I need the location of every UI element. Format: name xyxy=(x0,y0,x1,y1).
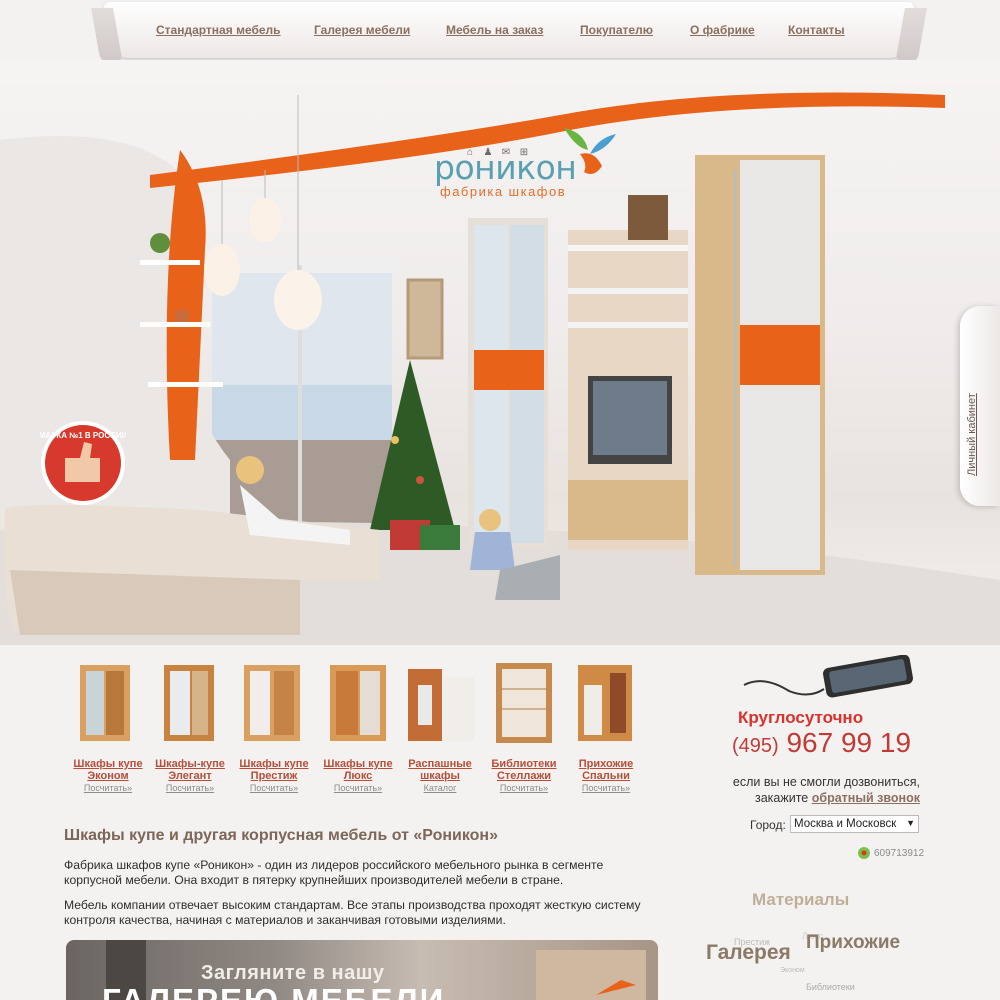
tag-gallery[interactable]: Галерея xyxy=(706,941,791,965)
product-card[interactable]: Шкафы-купе Элегант Посчитать» xyxy=(148,655,232,793)
product-name[interactable]: Шкафы купе Престиж xyxy=(232,758,316,782)
callback-link[interactable]: обратный звонок xyxy=(812,791,920,805)
tag-materials[interactable]: Материалы xyxy=(752,890,849,910)
product-image[interactable] xyxy=(482,655,566,747)
product-card[interactable]: Распашные шкафы Каталог xyxy=(398,655,482,793)
quality-paragraph: Мебель компании отвечает высоким стандар… xyxy=(64,898,641,927)
icq-flower-icon xyxy=(858,847,870,859)
callback-note: если вы не смогли дозвониться, закажите … xyxy=(732,775,920,805)
gallery-banner-line2: ГАЛЕРЕЮ МЕБЕЛИ xyxy=(102,982,445,1000)
gallery-banner[interactable]: Загляните в нашу ГАЛЕРЕЮ МЕБЕЛИ xyxy=(66,940,658,1000)
product-calc-link[interactable]: Посчитать» xyxy=(564,783,648,793)
product-image[interactable] xyxy=(66,655,150,747)
tag-econom[interactable]: Эконом xyxy=(780,967,805,974)
product-name[interactable]: Распашные шкафы xyxy=(398,758,482,782)
badge-text: МАРКА №1 В РОССИИ xyxy=(40,431,126,440)
personal-cabinet-tab[interactable]: Личный кабинет xyxy=(960,306,1000,506)
product-calc-link[interactable]: Посчитать» xyxy=(232,783,316,793)
product-image[interactable] xyxy=(232,655,316,747)
nav-item-for-customers[interactable]: Покупателю xyxy=(580,23,653,37)
icq-contact[interactable]: 609713912 xyxy=(857,846,924,860)
city-label: Город: xyxy=(750,818,786,832)
nav-item-standard-furniture[interactable]: Стандартная мебель xyxy=(156,23,281,37)
product-image[interactable] xyxy=(564,655,648,747)
personal-cabinet-link[interactable]: Личный кабинет xyxy=(966,393,978,476)
around-the-clock-label: Круглосуточно xyxy=(738,708,864,727)
product-name[interactable]: Шкафы купе Люкс xyxy=(316,758,400,782)
product-categories: Шкафы купе Эконом Посчитать» Шкафы-купе Эл… xyxy=(66,655,646,795)
nav-item-custom-furniture[interactable]: Мебель на заказ xyxy=(446,23,543,37)
logo-bird-icon xyxy=(564,128,616,174)
product-calc-link[interactable]: Посчитать» xyxy=(66,783,150,793)
product-calc-link[interactable]: Посчитать» xyxy=(148,783,232,793)
brand-number-one-badge: МАРКА №1 В РОССИИ xyxy=(40,421,126,505)
nav-item-contacts[interactable]: Контакты xyxy=(788,23,845,37)
hero-banner: ⌂ ♟ ✉ ⊞ роникон фабрика шкафов Личный ка… xyxy=(0,60,1000,645)
product-name[interactable]: Прихожие Спальни xyxy=(564,758,648,782)
product-image[interactable] xyxy=(148,655,232,747)
page-title: Шкафы купе и другая корпусная мебель от … xyxy=(64,827,498,844)
nav-item-about-factory[interactable]: О фабрике xyxy=(690,23,755,37)
intro-paragraph: Фабрика шкафов купе «Роникон» - один из … xyxy=(64,858,604,887)
tag-hallways[interactable]: Прихожие xyxy=(806,932,900,954)
tag-libraries[interactable]: Библиотеки xyxy=(806,982,855,992)
product-card[interactable]: Шкафы купе Эконом Посчитать» xyxy=(66,655,150,793)
city-select[interactable]: Москва и Московск ▼ xyxy=(790,815,919,833)
product-calc-link[interactable]: Посчитать» xyxy=(482,783,566,793)
chevron-down-icon: ▼ xyxy=(906,818,915,828)
nav-item-gallery[interactable]: Галерея мебели xyxy=(314,23,410,37)
logo-tagline: фабрика шкафов xyxy=(440,184,567,199)
product-card[interactable]: Шкафы купе Люкс Посчитать» xyxy=(316,655,400,793)
product-name[interactable]: Шкафы купе Эконом xyxy=(66,758,150,782)
product-catalog-link[interactable]: Каталог xyxy=(398,783,482,793)
product-card[interactable]: Шкафы купе Престиж Посчитать» xyxy=(232,655,316,793)
mobile-phone-icon xyxy=(743,655,913,698)
product-name[interactable]: Шкафы-купе Элегант xyxy=(148,758,232,782)
product-card[interactable]: Библиотеки Стеллажи Посчитать» xyxy=(482,655,566,793)
product-calc-link[interactable]: Посчитать» xyxy=(316,783,400,793)
product-card[interactable]: Прихожие Спальни Посчитать» xyxy=(564,655,648,793)
product-image[interactable] xyxy=(398,655,482,747)
phone-number[interactable]: (495) 967 99 19 xyxy=(732,727,911,759)
product-name[interactable]: Библиотеки Стеллажи xyxy=(482,758,566,782)
top-navigation: Стандартная мебель Галерея мебели Мебель… xyxy=(104,2,914,58)
product-image[interactable] xyxy=(316,655,400,747)
logo-name[interactable]: роникон xyxy=(434,148,577,187)
